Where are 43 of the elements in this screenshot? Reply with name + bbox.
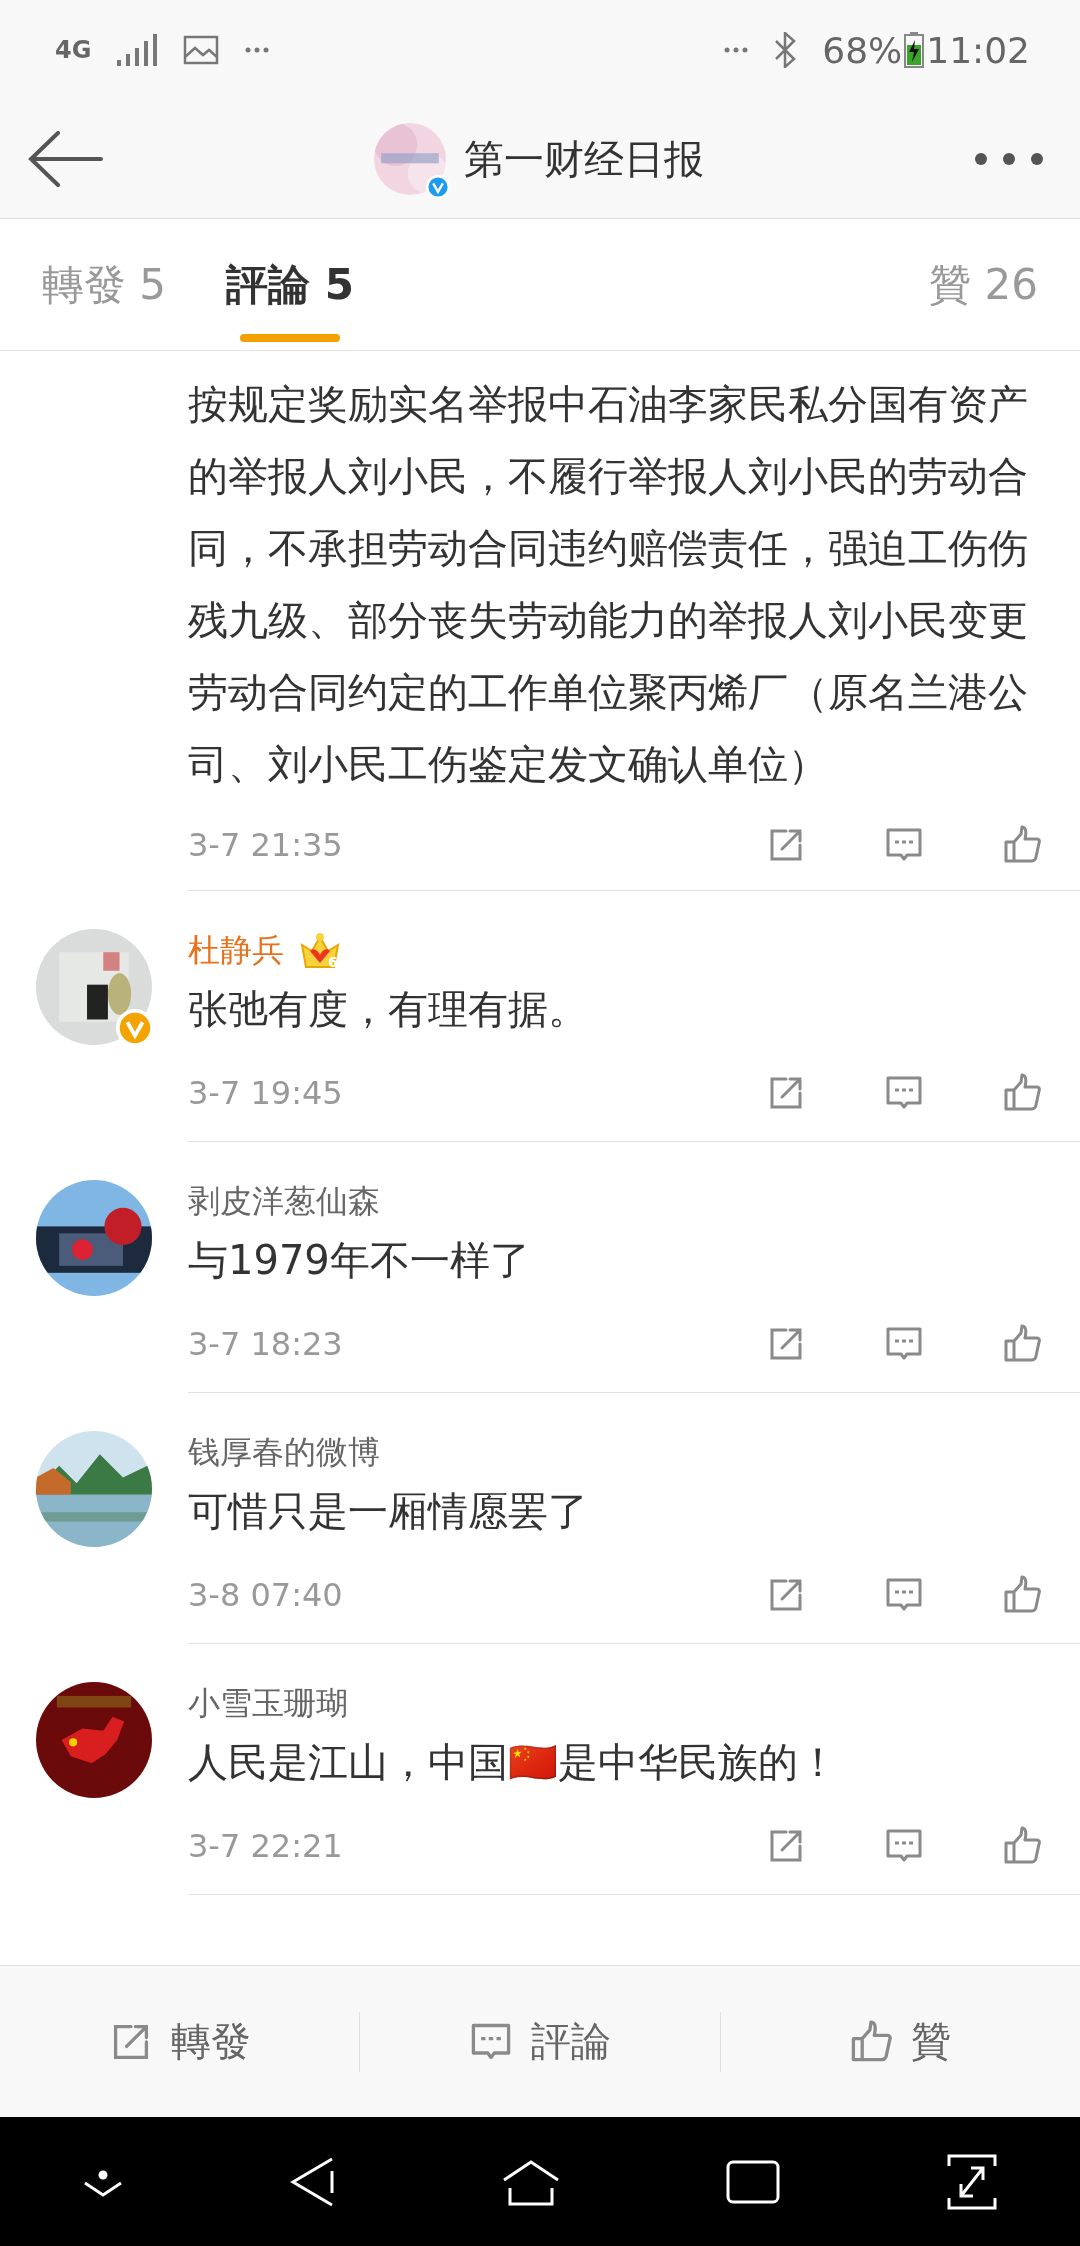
comment-text: 人民是江山，中国🇨🇳是中华民族的！	[188, 1738, 839, 1787]
tab[interactable]: 評論 5	[226, 219, 354, 350]
expand-icon[interactable]	[946, 2153, 997, 2210]
more-button[interactable]	[974, 152, 1044, 166]
page-title: 第一财经日报	[464, 134, 704, 184]
more-icon	[245, 47, 270, 53]
battery-charging-icon	[904, 32, 925, 68]
thumbs-up-icon	[1002, 1073, 1042, 1113]
comment-text: 按规定奖励实名举报中石油李家民私分国有资产的举报人刘小民，不履行举报人刘小民的劳动合同，不承担劳动合同违约赔偿责任，强迫工伤伤残九级、部分丧失劳动能力的举报人刘小民变更劳动合同约定的工作单位聚丙烯厂（原名兰港公司、刘小民工伤鉴定发文确认单位）	[188, 380, 1029, 789]
thumbs-up-icon	[1002, 1575, 1042, 1615]
comment-action-button[interactable]: 評論	[360, 1966, 720, 2117]
image-icon	[183, 35, 220, 65]
tab[interactable]: 贊 26	[929, 219, 1038, 350]
user-name[interactable]: 小雪玉珊瑚	[188, 1682, 348, 1726]
battery-percent: 68%	[822, 29, 903, 71]
signal-icon	[117, 34, 158, 66]
comment-time: 3-8 07:40	[188, 1576, 344, 1614]
like-action-button[interactable]: 贊	[720, 1966, 1080, 2117]
bluetooth-icon	[774, 32, 797, 68]
more-icon	[724, 47, 749, 53]
recent-apps-icon[interactable]	[726, 2159, 781, 2204]
thumbs-up-icon	[849, 2019, 894, 2064]
back-button[interactable]	[28, 131, 104, 187]
repost-action-button[interactable]: 轉發	[0, 1966, 360, 2117]
comment-text: 与1979年不一样了	[188, 1236, 531, 1285]
back-icon[interactable]	[289, 2156, 336, 2207]
comment-time: 3-7 19:45	[188, 1074, 344, 1112]
comment-time: 3-7 22:21	[188, 1827, 344, 1865]
comment-time: 3-7 21:35	[188, 826, 344, 864]
thumbs-up-icon	[1002, 1826, 1042, 1866]
verified-badge-icon	[116, 1009, 154, 1047]
thumbs-up-icon	[1002, 1324, 1042, 1364]
comment-text: 可惜只是一厢情愿罢了	[188, 1487, 589, 1536]
comment-text: 张弛有度，有理有据。	[188, 985, 589, 1034]
comment-time: 3-7 18:23	[188, 1325, 344, 1363]
user-name[interactable]: 杜静兵	[188, 929, 284, 973]
thumbs-up-icon	[1002, 825, 1042, 865]
clock-time: 11:02	[926, 29, 1030, 71]
verified-badge-icon	[426, 175, 450, 199]
user-name[interactable]: 钱厚春的微博	[188, 1431, 380, 1475]
user-name[interactable]: 剥皮洋葱仙森	[188, 1180, 380, 1224]
network-type: 4G	[55, 36, 92, 64]
tab[interactable]: 轉發 5	[42, 219, 167, 350]
